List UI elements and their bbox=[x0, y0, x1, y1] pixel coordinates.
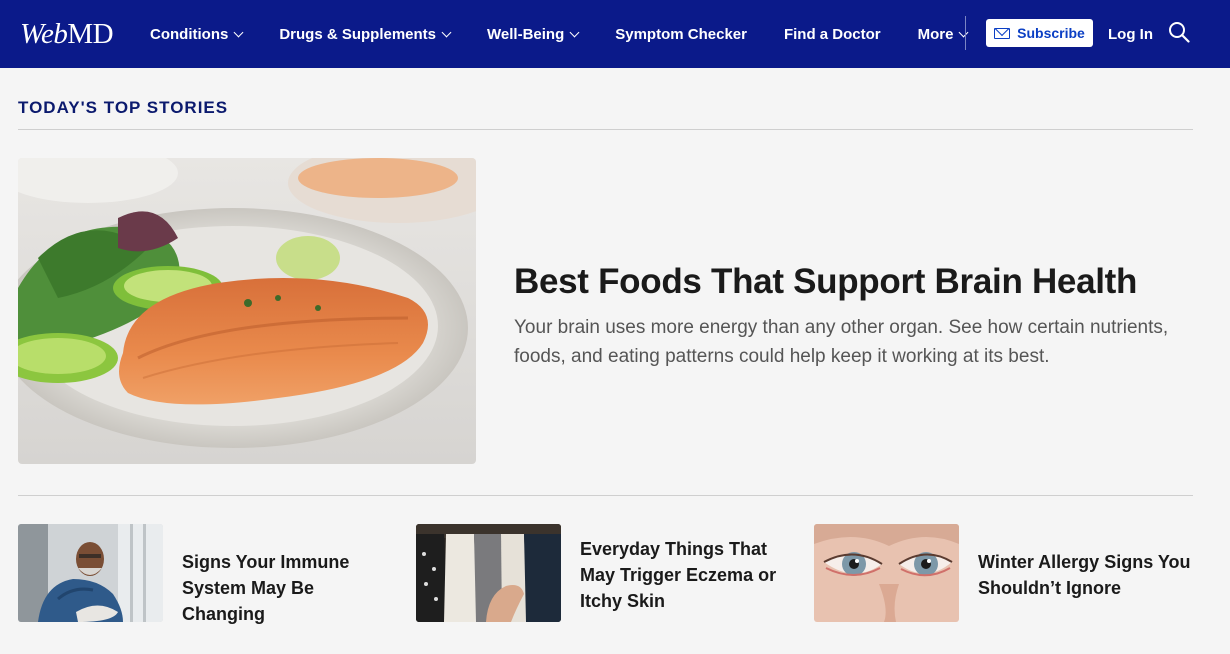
header-divider bbox=[965, 16, 966, 50]
section-divider bbox=[18, 129, 1193, 130]
card-image-eczema[interactable] bbox=[416, 524, 561, 622]
chevron-down-icon bbox=[441, 27, 452, 37]
nav-item-conditions[interactable]: Conditions bbox=[150, 0, 244, 68]
chevron-down-icon bbox=[959, 27, 969, 37]
nav-item-find-a-doctor[interactable]: Find a Doctor bbox=[784, 0, 881, 68]
nav-label: Find a Doctor bbox=[783, 25, 881, 43]
logo-md-text: MD bbox=[67, 17, 114, 50]
card-title-allergy[interactable]: Winter Allergy Signs You Shouldn’t Ignor… bbox=[978, 549, 1193, 601]
nav-item-drugs-supplements[interactable]: Drugs & Supplements bbox=[279, 0, 452, 68]
login-link[interactable]: Log In bbox=[1108, 0, 1153, 68]
main-nav: Conditions Drugs & Supplements Well-Bein… bbox=[150, 0, 969, 68]
nav-item-symptom-checker[interactable]: Symptom Checker bbox=[615, 0, 747, 68]
card-title-eczema[interactable]: Everyday Things That May Trigger Eczema … bbox=[580, 536, 780, 614]
subscribe-button[interactable]: Subscribe bbox=[986, 19, 1093, 47]
nav-label: Drugs & Supplements bbox=[279, 25, 437, 43]
nav-label: Conditions bbox=[150, 25, 229, 43]
logo-web-text: Web bbox=[20, 17, 68, 50]
chevron-down-icon bbox=[233, 27, 244, 37]
nav-label: Symptom Checker bbox=[615, 25, 747, 43]
card-title-immune[interactable]: Signs Your Immune System May Be Changing bbox=[182, 549, 402, 627]
chevron-down-icon bbox=[569, 27, 580, 37]
nav-item-well-being[interactable]: Well-Being bbox=[487, 0, 580, 68]
stories-divider bbox=[18, 495, 1193, 496]
subscribe-label: Subscribe bbox=[1017, 25, 1085, 41]
card-image-immune[interactable] bbox=[18, 524, 163, 622]
site-header: Web MD Conditions Drugs & Supplements Wel… bbox=[0, 0, 1230, 68]
nav-label: More bbox=[917, 25, 954, 43]
mail-icon bbox=[994, 27, 1011, 39]
webmd-logo[interactable]: Web MD bbox=[20, 18, 132, 51]
section-title: TODAY'S TOP STORIES bbox=[18, 98, 229, 117]
hero-image[interactable] bbox=[18, 158, 476, 464]
search-icon[interactable] bbox=[1168, 21, 1190, 43]
hero-title[interactable]: Best Foods That Support Brain Health bbox=[514, 262, 1137, 302]
hero-description: Your brain uses more energy than any oth… bbox=[514, 317, 1169, 367]
nav-label: Well-Being bbox=[487, 25, 565, 43]
card-image-allergy[interactable] bbox=[814, 524, 959, 622]
nav-item-more[interactable]: More bbox=[917, 0, 969, 68]
login-label: Log In bbox=[1108, 25, 1153, 43]
